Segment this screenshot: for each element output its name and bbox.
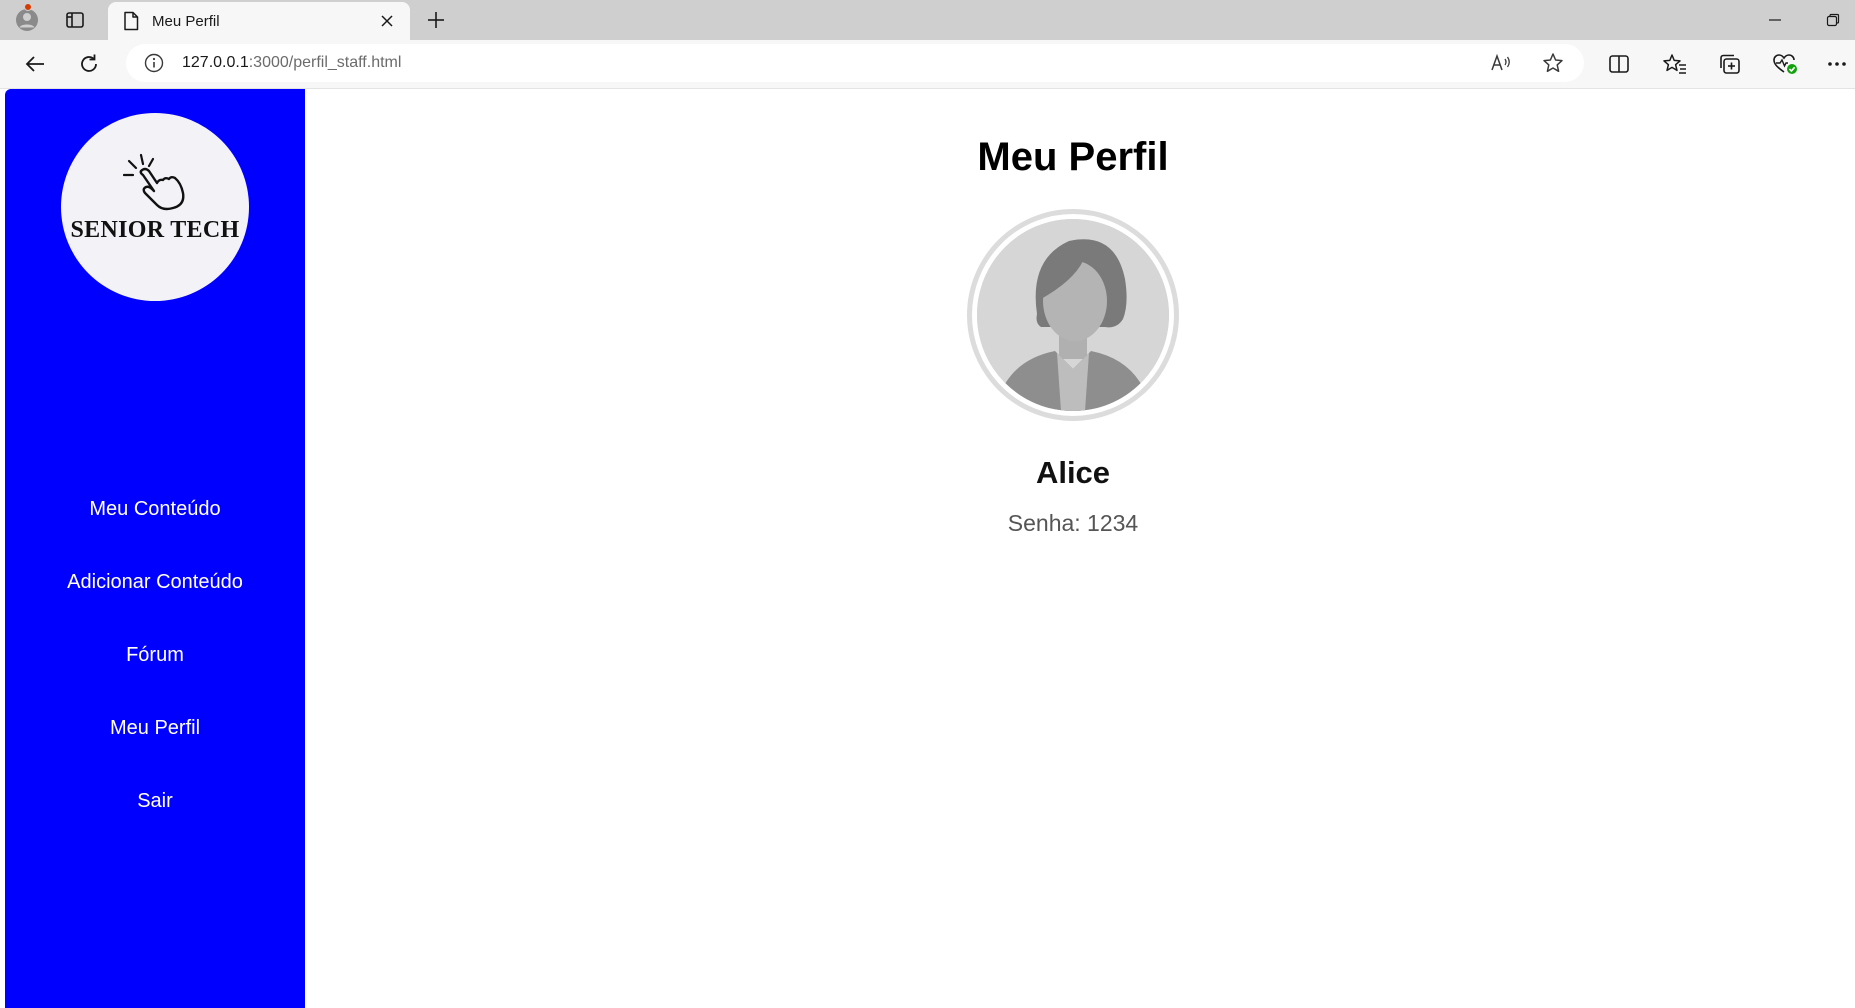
favorites-button[interactable]	[1658, 48, 1692, 80]
user-silhouette-icon	[977, 219, 1169, 411]
notification-dot	[24, 3, 32, 11]
sidebar: SENIOR TECH Meu Conteúdo Adicionar Conte…	[5, 89, 305, 1008]
nav-item-sair[interactable]: Sair	[5, 789, 305, 862]
senior-tech-logo[interactable]: SENIOR TECH	[61, 113, 249, 301]
info-icon[interactable]	[144, 53, 164, 73]
back-arrow-icon	[25, 56, 44, 72]
nav-item-adicionar-conteudo[interactable]: Adicionar Conteúdo	[5, 570, 305, 643]
page-title: Meu Perfil	[977, 135, 1169, 179]
profile-avatar	[967, 209, 1179, 421]
user-name: Alice	[1035, 455, 1111, 490]
tab-title: Meu Perfil	[152, 12, 220, 30]
star-icon	[1543, 53, 1563, 73]
tab-close-button[interactable]	[376, 10, 398, 32]
browser-tabstrip: Meu Perfil	[0, 0, 1855, 40]
avatar-image	[977, 219, 1169, 411]
restore-icon	[1826, 13, 1840, 27]
browser-tab[interactable]: Meu Perfil	[108, 2, 410, 40]
window-minimize-button[interactable]	[1760, 8, 1790, 32]
password-text: Senha: 1234	[1007, 510, 1139, 536]
nav-item-forum[interactable]: Fórum	[5, 643, 305, 716]
tab-actions-button[interactable]	[60, 6, 90, 34]
more-icon	[1828, 62, 1846, 66]
split-screen-button[interactable]	[1602, 48, 1636, 80]
collections-icon	[1720, 54, 1740, 74]
url-path: :3000/perfil_staff.html	[248, 54, 402, 71]
plus-icon	[428, 12, 444, 28]
browser-toolbar: 127.0.0.1:3000/perfil_staff.html	[0, 40, 1855, 88]
nav-item-meu-conteudo[interactable]: Meu Conteúdo	[5, 497, 305, 570]
new-tab-button[interactable]	[420, 6, 452, 34]
main-content: Meu Perfil Alice Senha: 1234	[305, 89, 1855, 1008]
profile-icon	[16, 9, 38, 31]
read-aloud-icon	[1491, 53, 1510, 71]
collections-button[interactable]	[1713, 48, 1747, 80]
window-restore-button[interactable]	[1818, 8, 1848, 32]
nav-item-meu-perfil[interactable]: Meu Perfil	[5, 716, 305, 789]
read-aloud-button[interactable]	[1484, 47, 1518, 79]
back-button[interactable]	[18, 48, 52, 80]
browser-essentials-button[interactable]	[1768, 48, 1802, 80]
url-text[interactable]: 127.0.0.1:3000/perfil_staff.html	[182, 54, 401, 72]
pointing-hand-icon	[123, 153, 185, 211]
web-page: SENIOR TECH Meu Conteúdo Adicionar Conte…	[0, 89, 1855, 1008]
refresh-button[interactable]	[72, 48, 106, 80]
address-bar[interactable]: 127.0.0.1:3000/perfil_staff.html	[126, 44, 1584, 82]
favorites-icon	[1663, 54, 1686, 74]
sidebar-nav: Meu Conteúdo Adicionar Conteúdo Fórum Me…	[5, 497, 305, 862]
favorite-button[interactable]	[1536, 47, 1570, 79]
page-icon	[124, 11, 139, 31]
more-button[interactable]	[1820, 48, 1854, 80]
minimize-icon	[1769, 19, 1781, 21]
url-host: 127.0.0.1	[182, 54, 249, 71]
refresh-icon	[81, 54, 97, 72]
tab-actions-icon	[66, 12, 84, 28]
heart-pulse-icon	[1773, 54, 1797, 74]
split-screen-icon	[1609, 55, 1629, 73]
logo-text: SENIOR TECH	[70, 217, 240, 243]
close-icon	[381, 15, 393, 27]
